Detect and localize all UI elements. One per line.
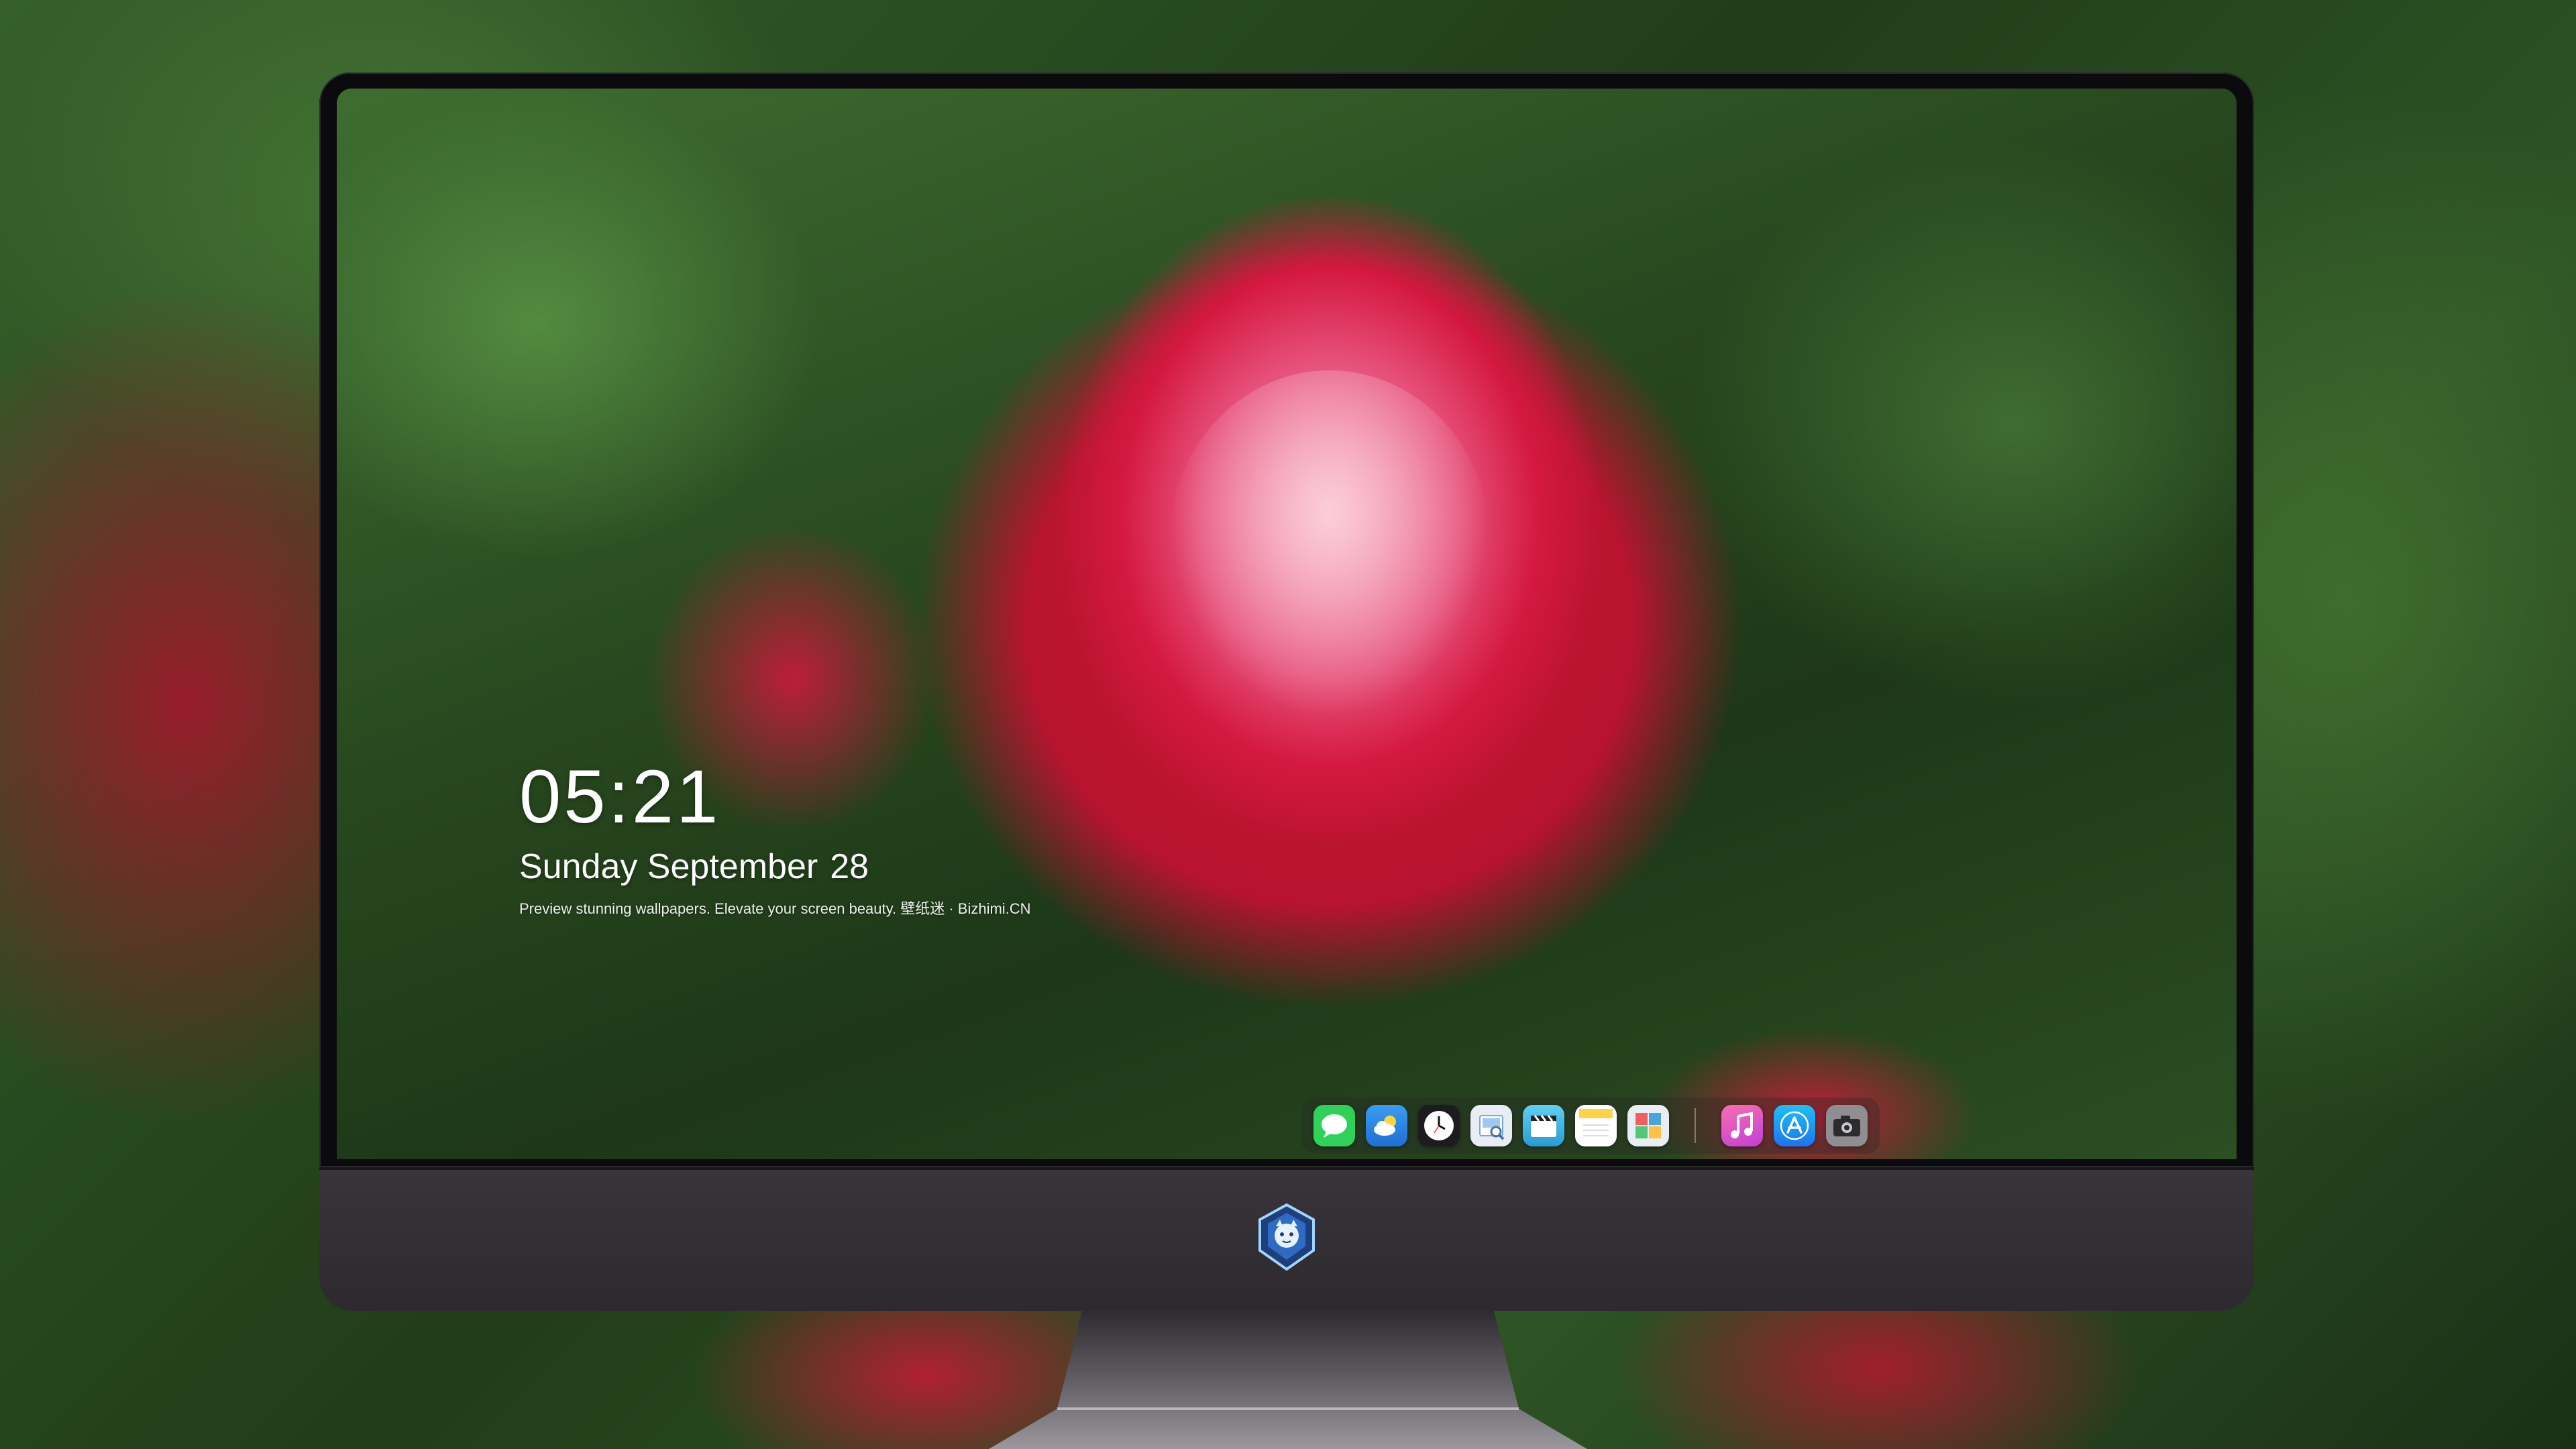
messages-icon[interactable]	[1313, 1105, 1355, 1146]
dock-separator	[1695, 1108, 1696, 1143]
app-store-icon[interactable]	[1774, 1105, 1815, 1146]
weather-icon[interactable]	[1366, 1105, 1407, 1146]
lock-screen-info: 05:21 Sunday September 28 Preview stunnin…	[519, 759, 1031, 916]
lock-date-weekday-month: Sunday September	[519, 847, 818, 886]
screenshot-icon[interactable]	[1826, 1105, 1868, 1146]
lock-date: Sunday September 28	[519, 849, 1031, 884]
preview-icon[interactable]	[1470, 1105, 1512, 1146]
lock-clock: 05:21	[519, 755, 721, 839]
photo-booth-icon[interactable]	[1627, 1105, 1669, 1146]
monitor: 05:21 Sunday September 28 Preview stunnin…	[319, 72, 2254, 1311]
desktop-screen: 05:21 Sunday September 28 Preview stunnin…	[337, 89, 2237, 1159]
monitor-stand	[989, 1308, 1587, 1449]
notes-icon[interactable]	[1575, 1105, 1617, 1146]
music-icon[interactable]	[1721, 1105, 1763, 1146]
monitor-bezel: 05:21 Sunday September 28 Preview stunnin…	[319, 72, 2254, 1167]
clips-icon[interactable]	[1523, 1105, 1564, 1146]
rose-wallpaper	[1169, 370, 1491, 719]
wallpaper-tagline: Preview stunning wallpapers. Elevate you…	[519, 900, 1031, 917]
clock-icon[interactable]	[1418, 1105, 1460, 1146]
dock	[1301, 1097, 1880, 1154]
lock-date-day: 28	[830, 847, 869, 886]
brand-logo-icon	[1256, 1203, 1318, 1271]
